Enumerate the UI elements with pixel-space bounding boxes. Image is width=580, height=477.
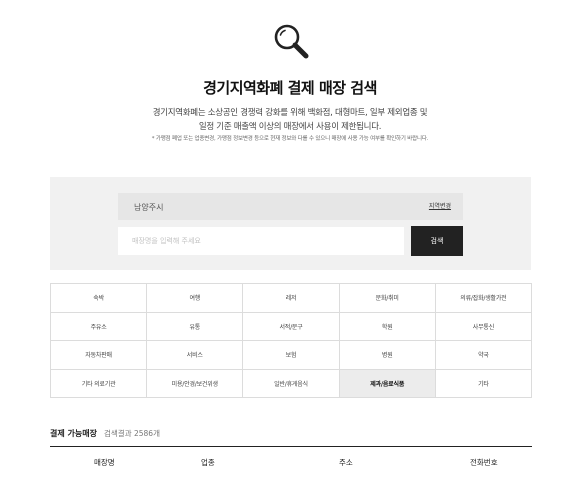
- category-item[interactable]: 서비스: [147, 341, 244, 370]
- category-item[interactable]: 병원: [339, 341, 436, 370]
- region-change-link[interactable]: 지역변경: [429, 201, 451, 210]
- category-item[interactable]: 문화/취미: [339, 284, 436, 313]
- category-item[interactable]: 기타: [435, 369, 532, 398]
- column-header-phone: 전화번호: [470, 458, 498, 467]
- category-grid: 숙박 여행 레저 문화/취미 의류/잡화/생활가전주유소 유통 서적/문구 학원 사무통신자동차…: [50, 283, 532, 398]
- search-icon: [272, 22, 310, 60]
- page-title: 경기지역화폐 결제 매장 검색: [203, 79, 377, 97]
- results-title: 결제 가능매장: [50, 429, 97, 438]
- category-item[interactable]: 의류/잡화/생활가전: [435, 284, 532, 313]
- region-value: 남양주시: [134, 203, 164, 212]
- category-item[interactable]: 서적/문구: [243, 312, 340, 341]
- disclaimer-note: * 가맹점 폐업 또는 업종변경, 가맹점 정보변경 등으로 현재 정보와 다를…: [151, 136, 429, 142]
- search-button[interactable]: 검색: [411, 226, 463, 256]
- column-header-address: 주소: [339, 458, 353, 467]
- category-item[interactable]: 여행: [147, 284, 244, 313]
- page-description-line2: 일정 기준 매출액 이상의 매장에서 사용이 제한됩니다.: [198, 122, 382, 132]
- store-name-input[interactable]: [118, 227, 404, 255]
- category-item[interactable]: 약국: [435, 341, 532, 370]
- results-count: 검색결과 2586개: [104, 429, 160, 438]
- category-item[interactable]: 학원: [339, 312, 436, 341]
- category-item[interactable]: 기타 의료기관: [51, 369, 148, 398]
- category-item[interactable]: 사무통신: [435, 312, 532, 341]
- category-item[interactable]: 레저: [243, 284, 340, 313]
- category-item[interactable]: 자동차판매: [51, 341, 148, 370]
- page-description-line1: 경기지역화폐는 소상공인 경쟁력 강화를 위해 백화점, 대형마트, 일부 제외…: [152, 108, 428, 118]
- column-header-store-name: 매장명: [94, 458, 115, 467]
- category-item[interactable]: 숙박: [51, 284, 148, 313]
- column-header-category: 업종: [201, 458, 215, 467]
- category-item[interactable]: 보험: [243, 341, 340, 370]
- category-item[interactable]: 미용/안경/보건위생: [147, 369, 244, 398]
- category-item[interactable]: 제과/음료식품: [339, 369, 436, 398]
- category-item[interactable]: 일반/휴게음식: [243, 369, 340, 398]
- category-item[interactable]: 유통: [147, 312, 244, 341]
- category-item[interactable]: 주유소: [51, 312, 148, 341]
- region-selector: 남양주시 지역변경: [118, 193, 463, 220]
- search-panel: 남양주시 지역변경 검색: [50, 177, 531, 270]
- results-divider: [50, 446, 532, 447]
